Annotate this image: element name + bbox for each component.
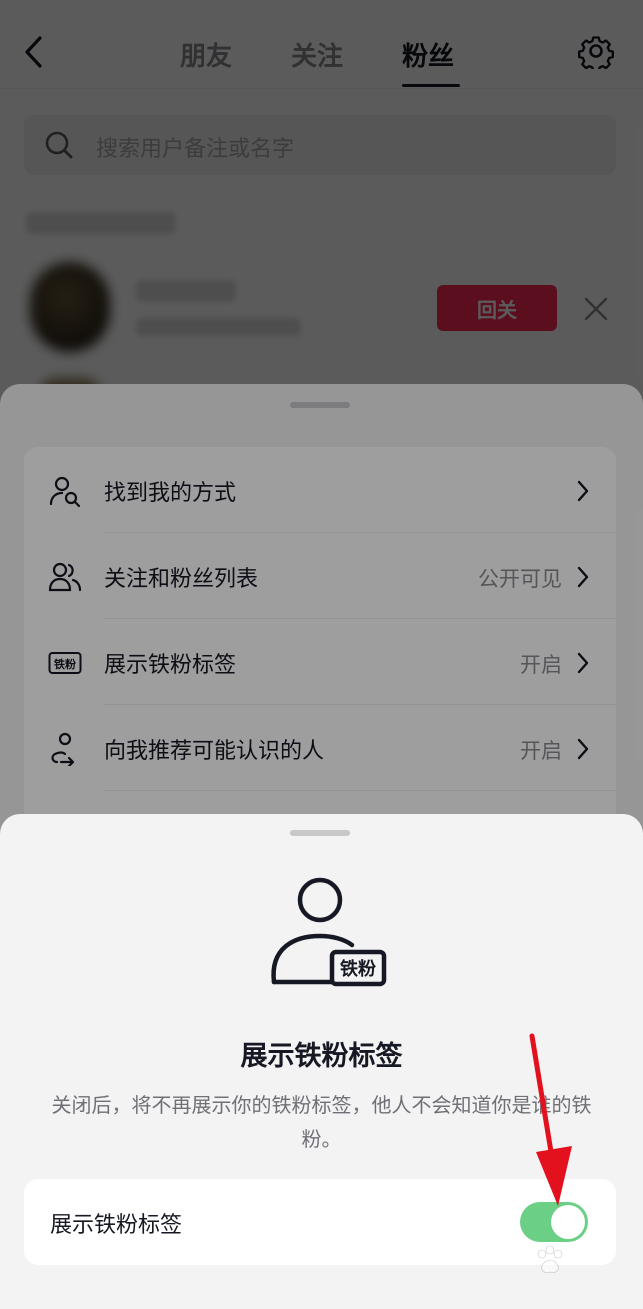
toggle-label: 展示铁粉标签 — [50, 1213, 183, 1238]
red-arrow-annotation — [529, 1033, 572, 1206]
user-tiefen-icon: 铁粉 — [271, 877, 387, 987]
baidu-jingyan-watermark — [537, 1245, 563, 1273]
drag-handle[interactable] — [290, 830, 350, 836]
toggle-knob — [551, 1205, 585, 1239]
tiefen-badge-text: 铁粉 — [340, 958, 376, 980]
